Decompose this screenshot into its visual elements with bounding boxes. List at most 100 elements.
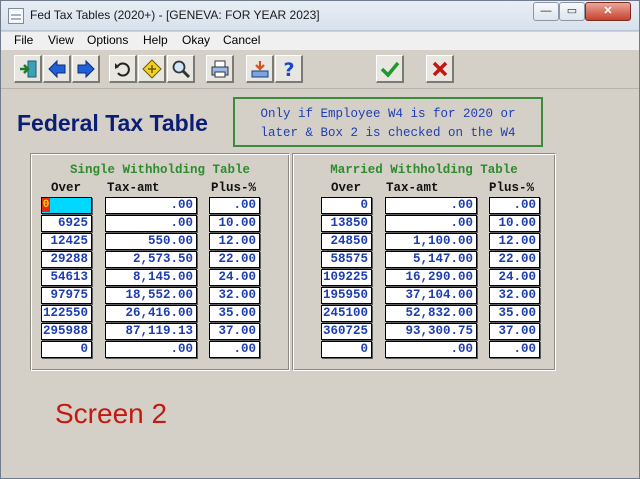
menu-file[interactable]: File (14, 33, 33, 47)
single-tax-field[interactable]: .00 (105, 341, 197, 358)
maximize-button[interactable]: ▭ (559, 2, 585, 21)
menu-okay[interactable]: Okay (182, 33, 210, 47)
back-arrow-icon (47, 59, 65, 78)
single-over-field[interactable]: 295988 (41, 323, 92, 340)
single-over-field[interactable]: 12425 (41, 233, 92, 250)
married-plus-field[interactable]: 10.00 (489, 215, 540, 232)
single-plus-field[interactable]: 12.00 (209, 233, 260, 250)
single-over-field[interactable]: 122550 (41, 305, 92, 322)
married-tax-field[interactable]: .00 (385, 215, 477, 232)
single-tax-field[interactable]: 26,416.00 (105, 305, 197, 322)
menu-options[interactable]: Options (87, 33, 128, 47)
single-tax-field[interactable]: 8,145.00 (105, 269, 197, 286)
married-tax-field[interactable]: .00 (385, 197, 477, 214)
married-plus-field[interactable]: 12.00 (489, 233, 540, 250)
single-tax-field[interactable]: .00 (105, 197, 197, 214)
married-tax-field[interactable]: 16,290.00 (385, 269, 477, 286)
married-tax-field[interactable]: 52,832.00 (385, 305, 477, 322)
married-col-over: Over (331, 181, 362, 195)
married-plus-field[interactable]: 22.00 (489, 251, 540, 268)
married-plus-field[interactable]: .00 (489, 341, 540, 358)
help-button[interactable]: ? (275, 55, 303, 83)
single-over-field[interactable]: 29288 (41, 251, 92, 268)
w4-note-line-2: later & Box 2 is checked on the W4 (260, 126, 516, 140)
single-plus-field[interactable]: .00 (209, 341, 260, 358)
single-table-heading: Single Withholding Table (69, 163, 251, 177)
married-plus-field[interactable]: 37.00 (489, 323, 540, 340)
single-over-field[interactable]: 0 (41, 341, 92, 358)
cancel-button[interactable] (426, 55, 454, 83)
import-button[interactable] (246, 55, 274, 83)
w4-note: Only if Employee W4 is for 2020 or later… (235, 105, 541, 143)
menu-view[interactable]: View (48, 33, 74, 47)
single-over-field[interactable]: 0 (41, 197, 92, 214)
married-tax-field[interactable]: 1,100.00 (385, 233, 477, 250)
single-plus-field[interactable]: 35.00 (209, 305, 260, 322)
minimize-button[interactable]: — (533, 2, 559, 21)
married-col-tax: Tax-amt (386, 181, 439, 195)
single-tax-field[interactable]: 87,119.13 (105, 323, 197, 340)
okay-button[interactable] (376, 55, 404, 83)
menu-cancel[interactable]: Cancel (223, 33, 260, 47)
undo-button[interactable] (109, 55, 137, 83)
app-icon (8, 8, 24, 24)
import-icon (251, 60, 268, 77)
print-icon (211, 60, 228, 77)
married-tax-field[interactable]: .00 (385, 341, 477, 358)
married-plus-field[interactable]: 32.00 (489, 287, 540, 304)
single-over-field[interactable]: 6925 (41, 215, 92, 232)
married-over-field[interactable]: 109225 (321, 269, 372, 286)
screen-label: Screen 2 (55, 398, 168, 429)
print-button[interactable] (206, 55, 234, 83)
single-tax-field[interactable]: 550.00 (105, 233, 197, 250)
single-plus-field[interactable]: 32.00 (209, 287, 260, 304)
single-tax-field[interactable]: 18,552.00 (105, 287, 197, 304)
single-plus-field[interactable]: .00 (209, 197, 260, 214)
married-withholding-panel: Married Withholding Table Over Tax-amt P… (292, 153, 556, 371)
exit-button[interactable] (14, 55, 42, 83)
main-content: Federal Tax Table Only if Employee W4 is… (3, 90, 637, 476)
exit-icon (19, 60, 36, 77)
married-plus-field[interactable]: .00 (489, 197, 540, 214)
search-button[interactable] (167, 55, 195, 83)
married-over-field[interactable]: 245100 (321, 305, 372, 322)
back-button[interactable] (43, 55, 71, 83)
single-col-over: Over (51, 181, 82, 195)
single-over-field[interactable]: 97975 (41, 287, 92, 304)
single-tax-field[interactable]: .00 (105, 215, 197, 232)
married-col-plus: Plus-% (489, 181, 535, 195)
married-tax-field[interactable]: 93,300.75 (385, 323, 477, 340)
single-plus-field[interactable]: 37.00 (209, 323, 260, 340)
married-over-field[interactable]: 58575 (321, 251, 372, 268)
single-tax-field[interactable]: 2,573.50 (105, 251, 197, 268)
page-title: Federal Tax Table (17, 110, 208, 136)
forward-arrow-icon (77, 59, 95, 78)
married-over-field[interactable]: 0 (321, 197, 372, 214)
single-plus-field[interactable]: 22.00 (209, 251, 260, 268)
married-table-heading: Married Withholding Table (330, 163, 518, 177)
diamond-icon (141, 58, 162, 79)
married-plus-field[interactable]: 35.00 (489, 305, 540, 322)
title-bar[interactable]: Fed Tax Tables (2020+) - [GENEVA: FOR YE… (1, 1, 639, 31)
married-over-field[interactable]: 195950 (321, 287, 372, 304)
married-over-field[interactable]: 13850 (321, 215, 372, 232)
single-plus-field[interactable]: 24.00 (209, 269, 260, 286)
close-button[interactable]: ✕ (585, 2, 631, 21)
toolbar: ? (1, 51, 639, 89)
text-cursor: 0 (42, 198, 50, 212)
diamond-button[interactable] (138, 55, 166, 83)
menu-help[interactable]: Help (143, 33, 168, 47)
cancel-x-icon (432, 61, 447, 76)
single-over-field[interactable]: 54613 (41, 269, 92, 286)
married-over-field[interactable]: 360725 (321, 323, 372, 340)
forward-button[interactable] (72, 55, 100, 83)
married-over-field[interactable]: 24850 (321, 233, 372, 250)
help-icon: ? (283, 59, 294, 79)
w4-note-box: Only if Employee W4 is for 2020 or later… (233, 97, 543, 147)
married-plus-field[interactable]: 24.00 (489, 269, 540, 286)
married-tax-field[interactable]: 5,147.00 (385, 251, 477, 268)
single-plus-field[interactable]: 10.00 (209, 215, 260, 232)
svg-text:?: ? (283, 59, 294, 79)
married-tax-field[interactable]: 37,104.00 (385, 287, 477, 304)
married-over-field[interactable]: 0 (321, 341, 372, 358)
